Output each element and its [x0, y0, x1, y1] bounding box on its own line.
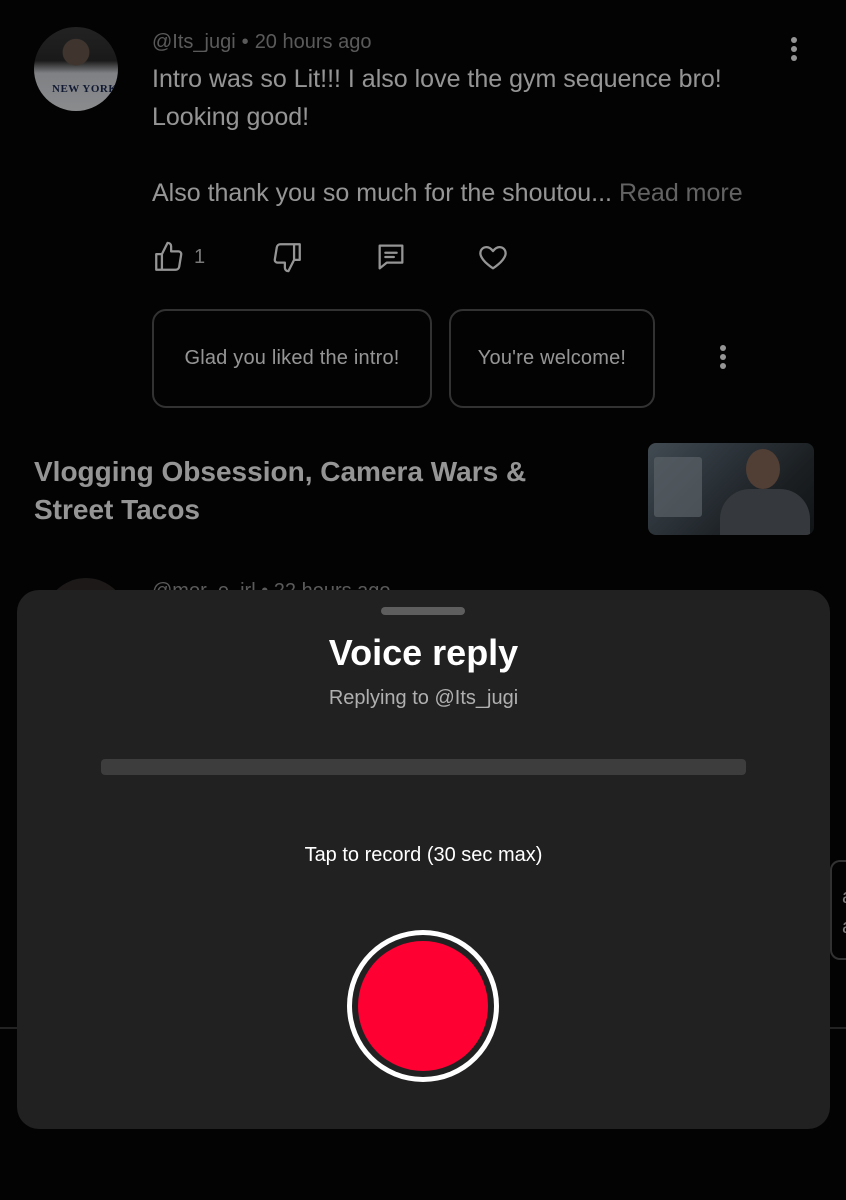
record-hint: Tap to record (30 sec max)	[304, 844, 543, 866]
comment-text: Intro was so Lit!!! I also love the gym …	[152, 60, 792, 212]
reply-button[interactable]	[374, 240, 408, 274]
comment-line-3: Also thank you so much for the shoutou..…	[152, 174, 792, 212]
avatar-shirt-text: NEW YORK	[52, 83, 118, 95]
drag-handle[interactable]	[381, 607, 465, 615]
meta-separator: •	[241, 31, 249, 53]
offscreen-card[interactable]: ar at	[830, 860, 846, 960]
video-title[interactable]: Vlogging Obsession, Camera Wars & Street…	[34, 453, 594, 529]
comment-icon	[378, 244, 404, 270]
comment-author[interactable]: @Its_jugi	[152, 31, 236, 53]
comment-time: 20 hours ago	[254, 31, 372, 53]
record-button[interactable]	[347, 930, 499, 1082]
comment-line-2: Looking good!	[152, 103, 310, 131]
comment-line-3-text: Also thank you so much for the shoutou..…	[152, 179, 612, 207]
comment-meta: @Its_jugi • 20 hours ago	[152, 31, 371, 54]
like-count: 1	[194, 245, 206, 268]
thumbs-down-icon	[273, 243, 301, 273]
heart-button[interactable]	[476, 240, 510, 274]
record-icon	[358, 941, 488, 1071]
comment-line-1: Intro was so Lit!!! I also love the gym …	[152, 65, 722, 93]
recording-progress-bar	[101, 759, 746, 775]
suggested-reply-2[interactable]: You're welcome!	[449, 309, 655, 408]
like-button[interactable]: 1	[152, 240, 205, 274]
video-thumbnail[interactable]	[648, 443, 814, 535]
offscreen-card-text-1: ar	[842, 886, 846, 909]
read-more-link[interactable]: Read more	[619, 179, 743, 207]
thumbs-up-icon	[155, 241, 183, 271]
suggested-reply-1[interactable]: Glad you liked the intro!	[152, 309, 432, 408]
dislike-button[interactable]	[270, 240, 304, 274]
replying-to-label: Replying to @Its_jugi	[328, 687, 519, 709]
avatar[interactable]: NEW YORK	[34, 27, 118, 111]
sheet-title: Voice reply	[328, 632, 519, 673]
suggestions-more-icon[interactable]	[713, 345, 733, 375]
heart-icon	[479, 245, 507, 270]
voice-reply-sheet: Voice reply Replying to @Its_jugi Tap to…	[17, 590, 830, 1129]
offscreen-card-text-2: at	[842, 916, 846, 939]
